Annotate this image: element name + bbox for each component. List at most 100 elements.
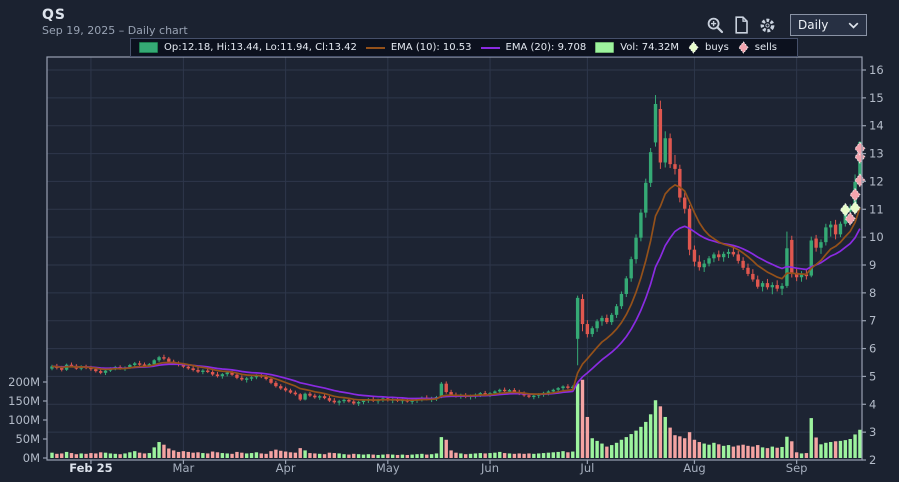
chart-legend: Op:12.18, Hi:13.44, Lo:11.94, Cl:13.42 E… [130, 38, 798, 57]
volume-bar [386, 454, 390, 458]
volume-bar [298, 448, 302, 458]
volume-bar [726, 445, 731, 458]
volume-bar [483, 453, 487, 458]
volume-bar [741, 444, 745, 458]
volume-bar [420, 453, 424, 458]
price-chart[interactable]: 2 3 4 5 6 7 8 9 10 11 12 13 14 15 16 0M 50M 100M 150M 200M F… [0, 0, 899, 482]
volume-bar [687, 432, 692, 458]
candle [288, 390, 293, 393]
volume-bar [804, 453, 809, 458]
volume-bar [235, 451, 239, 458]
volume-bar [751, 446, 755, 458]
buy-diamond-icon [688, 41, 699, 54]
month-tick-label: Jul [579, 461, 594, 475]
price-tick-label: 15 [869, 91, 884, 105]
chevron-down-icon [848, 22, 859, 29]
volume-bar [429, 454, 434, 458]
volume-bar [702, 443, 706, 458]
candle [619, 293, 624, 307]
candle [327, 398, 332, 401]
ema10-readout: EMA (10): 10.53 [390, 42, 472, 53]
legend-buys: buys [688, 41, 729, 54]
volume-bar [395, 454, 400, 458]
candle [770, 285, 775, 288]
volume-bar [69, 453, 74, 458]
volume-bar [561, 451, 565, 458]
price-tick-label: 5 [869, 369, 876, 383]
candle [751, 273, 755, 280]
volume-bar [590, 438, 594, 458]
volume-bar [347, 454, 351, 458]
period-dropdown[interactable]: Daily [790, 14, 867, 36]
volume-bar [434, 453, 439, 458]
volume-bar [678, 436, 682, 458]
volume-bar [585, 416, 590, 458]
zoom-in-icon[interactable] [706, 16, 725, 35]
volume-tick-label: 100M [8, 413, 40, 427]
volume-bar [303, 450, 307, 458]
candle [313, 395, 317, 398]
candle [298, 394, 302, 400]
volume-bar [502, 453, 507, 458]
volume-bar [639, 426, 643, 458]
candle [561, 386, 565, 389]
volume-bar [366, 454, 371, 458]
volume-bar [152, 447, 156, 458]
volume-bar [468, 453, 473, 458]
volume-bar [50, 452, 54, 458]
candle [303, 393, 307, 400]
volume-bar [79, 453, 83, 458]
volume-bar [201, 453, 205, 458]
candle [356, 402, 361, 404]
volume-bar [663, 416, 667, 458]
candle [712, 254, 716, 259]
volume-bar [405, 454, 409, 458]
volume-bar [712, 442, 716, 458]
volume-bar [128, 452, 132, 458]
candle [697, 261, 702, 268]
volume-bar [629, 434, 633, 458]
volume-bar [614, 442, 619, 458]
candle [614, 306, 619, 315]
candle [580, 298, 585, 325]
volume-bar [64, 451, 69, 458]
candle [746, 267, 750, 274]
volume-bar [191, 452, 195, 458]
volume-bar [634, 430, 638, 458]
candle [683, 197, 687, 209]
candle [152, 360, 156, 365]
legend-ema10: EMA (10): 10.53 [365, 42, 472, 53]
buys-label: buys [704, 42, 729, 53]
volume-bar [167, 448, 171, 458]
month-tick-label: Apr [276, 461, 296, 475]
volume-bar [760, 447, 765, 458]
candle [575, 297, 580, 339]
volume-bar [376, 454, 380, 458]
candle [756, 279, 760, 287]
volume-bar [605, 446, 609, 458]
candle [692, 249, 697, 262]
volume-bar [833, 441, 838, 458]
sell-diamond-icon [738, 41, 749, 54]
volume-bar [829, 442, 833, 458]
volume-bar [537, 453, 541, 458]
document-icon[interactable] [734, 16, 749, 34]
volume-tick-label: 50M [15, 432, 40, 446]
candle [317, 396, 322, 398]
volume-bar [731, 446, 736, 458]
candle [279, 386, 283, 389]
volume-bar [488, 453, 492, 458]
volume-bar [118, 454, 122, 458]
legend-sells: sells [738, 41, 777, 54]
candle [600, 317, 604, 322]
candle [352, 401, 356, 404]
volume-bar [142, 453, 147, 458]
price-tick-label: 14 [869, 119, 884, 133]
gear-icon[interactable] [758, 16, 777, 35]
volume-bar [352, 453, 356, 458]
period-dropdown-value: Daily [798, 18, 829, 32]
candle [235, 374, 239, 378]
candle [814, 238, 818, 248]
candle [322, 396, 327, 399]
volume-bar [210, 451, 215, 458]
